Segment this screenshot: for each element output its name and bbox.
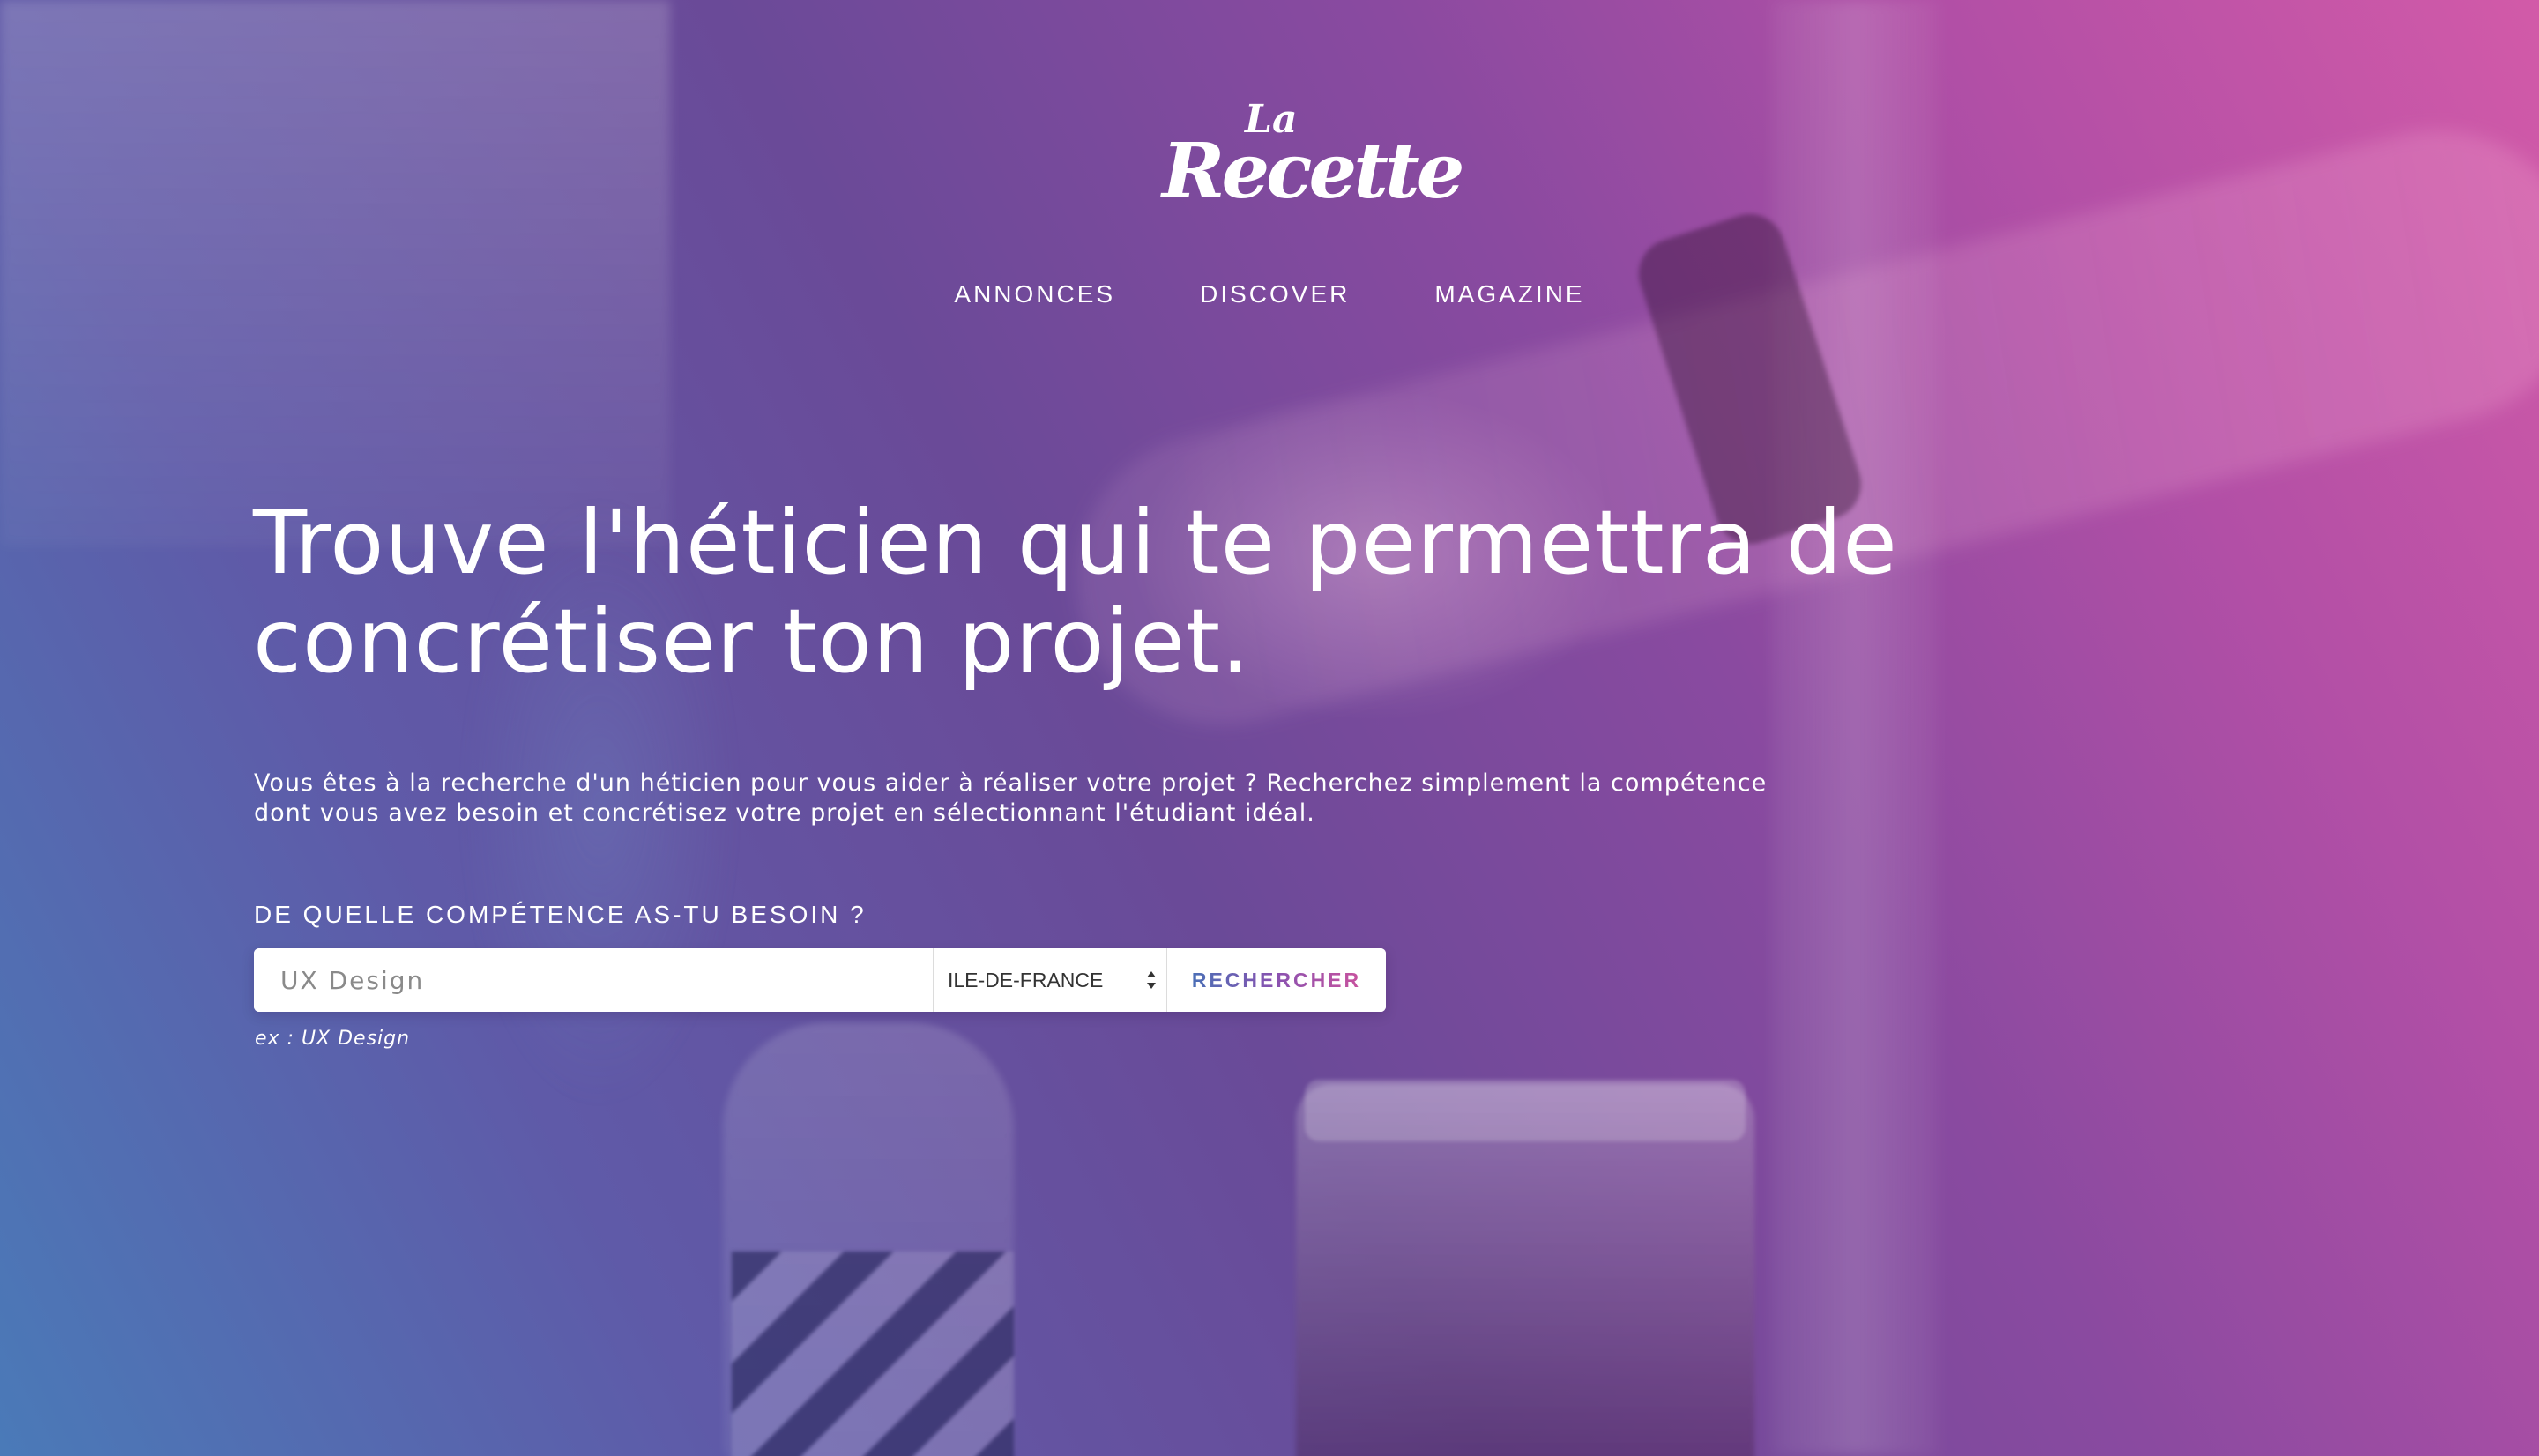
background-pillar xyxy=(1772,0,1940,1456)
lead-line-2: dont vous avez besoin et concrétisez vot… xyxy=(254,799,1315,827)
region-select-value: ILE-DE-FRANCE xyxy=(948,968,1104,992)
search-button[interactable]: RECHERCHER xyxy=(1167,948,1386,1012)
page-title: Trouve l'héticien qui te permettra de co… xyxy=(253,494,1910,691)
headline-line-2: concrétiser ton projet. xyxy=(253,590,1250,693)
hero-section: La Recette ANNONCES DISCOVER MAGAZINE Tr… xyxy=(0,0,2539,1456)
nav-item-annonces[interactable]: ANNONCES xyxy=(954,280,1115,308)
search-hint: ex : UX Design xyxy=(255,1028,411,1050)
nav-item-discover[interactable]: DISCOVER xyxy=(1200,280,1350,308)
nav-item-magazine[interactable]: MAGAZINE xyxy=(1434,280,1584,308)
background-window xyxy=(0,0,670,546)
headline-line-1: Trouve l'héticien qui te permettra de xyxy=(253,491,1898,594)
logo-main-text: Recette xyxy=(1162,127,1464,216)
background-bottle-stripes xyxy=(732,1252,1014,1456)
brand-logo[interactable]: La Recette xyxy=(1155,97,1464,247)
search-label: DE QUELLE COMPÉTENCE AS-TU BESOIN ? xyxy=(254,901,867,928)
updown-arrows-icon xyxy=(1147,971,1156,989)
skill-search-input[interactable] xyxy=(254,948,933,1012)
region-select[interactable]: ILE-DE-FRANCE xyxy=(933,948,1167,1012)
search-form: ILE-DE-FRANCE RECHERCHER xyxy=(254,948,1386,1012)
search-button-label: RECHERCHER xyxy=(1191,968,1362,992)
background-jar xyxy=(1296,1084,1754,1456)
lead-line-1: Vous êtes à la recherche d'un héticien p… xyxy=(254,769,1768,797)
main-nav: ANNONCES DISCOVER MAGAZINE xyxy=(0,280,2539,308)
lead-paragraph: Vous êtes à la recherche d'un héticien p… xyxy=(254,769,1858,828)
